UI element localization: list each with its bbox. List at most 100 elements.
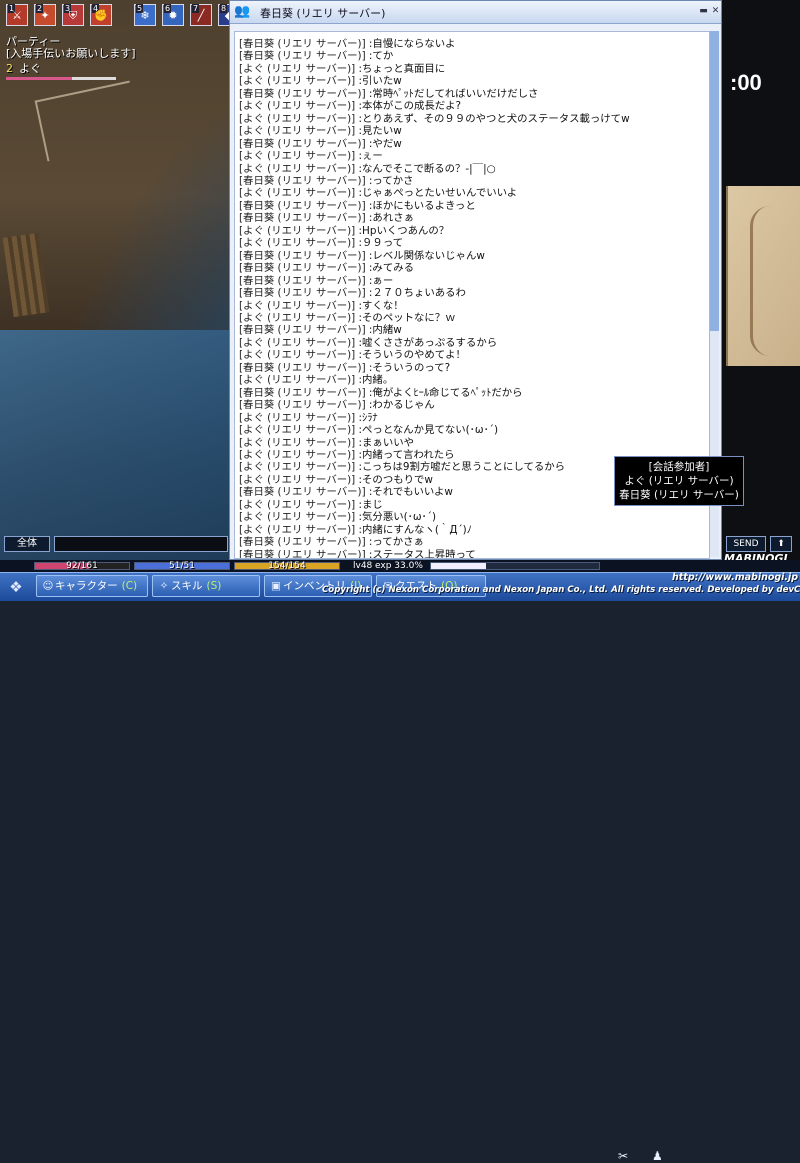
- chat-line: [春日葵 (リエリ サーバー)] :やだw: [239, 138, 630, 150]
- site-url: http://www.mabinogi.jp: [672, 572, 799, 583]
- chat-line: [春日葵 (リエリ サーバー)] :ぁー: [239, 275, 630, 287]
- chat-line: [よぐ (リエリ サーバー)] :引いたw: [239, 75, 630, 87]
- party-member-level: 2: [6, 62, 13, 75]
- chat-line: [春日葵 (リエリ サーバー)] :それでもいいよw: [239, 486, 630, 498]
- chat-message: :見たいw: [355, 125, 402, 138]
- chat-message: :ステータス上昇時って: [365, 548, 476, 559]
- chat-line: [よぐ (リエリ サーバー)] :とりあえず、その９９のやつと犬のステータス載っ…: [239, 113, 630, 125]
- hotbar-slot-1[interactable]: 1 ⚔: [6, 4, 28, 26]
- chat-speaker: [よぐ (リエリ サーバー)]: [239, 100, 356, 113]
- chat-speaker: [よぐ (リエリ サーバー)]: [239, 424, 356, 437]
- timer-display: :00: [730, 70, 762, 95]
- people-icon: 👥: [234, 4, 251, 19]
- minimap-road: [750, 206, 783, 356]
- inventory-icon: ▣: [271, 580, 281, 592]
- chat-line: [よぐ (リエリ サーバー)] :すくな！: [239, 300, 630, 312]
- chat-message: :自慢にならないよ: [365, 38, 456, 50]
- chat-message: :まぁいいや: [355, 436, 414, 449]
- chat-input[interactable]: [54, 536, 228, 552]
- chat-line: [よぐ (リエリ サーバー)] :まぁいいや: [239, 437, 630, 449]
- hotbar-slot-3[interactable]: 3 ⛨: [62, 4, 84, 26]
- scrollbar-thumb[interactable]: [710, 31, 719, 331]
- participant-name: 春日葵 (リエリ サーバー): [619, 489, 739, 501]
- chat-line: [よぐ (リエリ サーバー)] :じゃぁぺっとたいせいんでいいよ: [239, 187, 630, 199]
- chat-titlebar[interactable]: 👥 春日葵 (リエリ サーバー) ▬ ✕: [230, 1, 721, 24]
- chat-speaker: [春日葵 (リエリ サーバー)]: [239, 536, 366, 549]
- hotbar-slot-4[interactable]: 4 ✊: [90, 4, 112, 26]
- chat-line: [よぐ (リエリ サーバー)] :内緒って言われたら: [239, 449, 630, 461]
- character-button[interactable]: ☺ キャラクター (C): [36, 575, 148, 597]
- chat-message: :気分悪い(･ω･´): [355, 511, 436, 524]
- chat-message: :それでもいいよw: [365, 486, 453, 499]
- chat-title: 春日葵 (リエリ サーバー): [260, 7, 386, 20]
- chat-line: [春日葵 (リエリ サーバー)] :わかるじゃん: [239, 399, 630, 411]
- chat-speaker: [春日葵 (リエリ サーバー)]: [239, 249, 366, 262]
- hotbar-slot-6[interactable]: 6 ✹: [162, 4, 184, 26]
- hp-bar: 92/161: [34, 561, 130, 571]
- chat-message: :ちょっと真面目に: [355, 62, 446, 75]
- tools-icon[interactable]: ✂: [618, 1149, 628, 1163]
- hotbar-slot-5[interactable]: 5 ❄: [134, 4, 156, 26]
- chat-speaker: [よぐ (リエリ サーバー)]: [239, 162, 356, 175]
- chat-line: [春日葵 (リエリ サーバー)] :ステータス上昇時って: [239, 548, 630, 559]
- chat-message: :わかるじゃん: [365, 399, 435, 412]
- send-button[interactable]: SEND: [726, 536, 766, 552]
- chat-message: :てか: [365, 50, 394, 63]
- chat-speaker: [春日葵 (リエリ サーバー)]: [239, 399, 366, 412]
- water-area: [0, 330, 230, 560]
- stamina-text: 154/154: [268, 561, 306, 571]
- chat-line: [よぐ (リエリ サーバー)] :本体がこの成長だよ?: [239, 100, 630, 112]
- chat-lines: [春日葵 (リエリ サーバー)] :自慢にならないよ [春日葵 (リエリ サーバー…: [239, 38, 630, 559]
- chat-message: :とりあえず、その９９のやつと犬のステータス載っけてw: [355, 112, 630, 125]
- chat-line: [春日葵 (リエリ サーバー)] :ってかさ: [239, 175, 630, 187]
- chat-message: :Hpいくつあんの？: [355, 224, 450, 237]
- chat-line: [よぐ (リエリ サーバー)] :そのペットなに？ｗ: [239, 312, 630, 324]
- people-menu-icon[interactable]: ♟: [652, 1149, 663, 1163]
- chat-speaker: [春日葵 (リエリ サーバー)]: [239, 361, 366, 374]
- chat-speaker: [春日葵 (リエリ サーバー)]: [239, 174, 366, 187]
- skill-button[interactable]: ✧ スキル (S): [152, 575, 260, 597]
- chat-speaker: [よぐ (リエリ サーバー)]: [239, 511, 356, 524]
- chat-speaker: [春日葵 (リエリ サーバー)]: [239, 212, 366, 225]
- chat-scope-select[interactable]: 全体: [4, 536, 50, 552]
- level-text: lv48: [353, 561, 373, 571]
- stamina-bar: 154/154: [234, 561, 340, 571]
- main-menu-icon[interactable]: ❖: [4, 576, 28, 598]
- skill-shortcut: (S): [206, 580, 222, 592]
- chat-speaker: [よぐ (リエリ サーバー)]: [239, 374, 356, 387]
- minimize-icon[interactable]: ▬: [698, 6, 709, 17]
- party-member-hp-fill: [6, 77, 72, 80]
- party-member[interactable]: 2 よぐ: [6, 63, 136, 80]
- chat-line: [春日葵 (リエリ サーバー)] :自慢にならないよ: [239, 38, 630, 50]
- fist-skill-icon: ✊: [94, 9, 108, 22]
- chat-line: [春日葵 (リエリ サーバー)] :内緒w: [239, 324, 630, 336]
- chat-message: :２７０ちょいあるわ: [365, 287, 466, 300]
- expand-up-button[interactable]: ⬆: [770, 536, 792, 552]
- chat-speaker: [春日葵 (リエリ サーバー)]: [239, 486, 366, 499]
- chat-message: :なんでそこで断るの？-|￣|○: [355, 162, 496, 175]
- character-shortcut: (C): [121, 580, 138, 592]
- hotbar-slot-7[interactable]: 7 ╱: [190, 4, 212, 26]
- chat-message: :俺がよくﾋｰﾙ命じてるﾍﾟｯﾄだから: [365, 386, 523, 399]
- chat-speaker: [よぐ (リエリ サーバー)]: [239, 299, 356, 312]
- chat-speaker: [春日葵 (リエリ サーバー)]: [239, 324, 366, 337]
- chat-message: :ぁー: [365, 274, 394, 287]
- chat-speaker: [よぐ (リエリ サーバー)]: [239, 523, 356, 536]
- skill-label: スキル: [171, 580, 203, 592]
- chat-message: :内緒って言われたら: [355, 448, 455, 461]
- minimap[interactable]: [726, 186, 800, 366]
- character-icon: ☺: [42, 580, 54, 592]
- chat-line: [よぐ (リエリ サーバー)] :ちょっと真面目に: [239, 63, 630, 75]
- chat-message: :常時ﾍﾟｯﾄだしてればいいだけだしさ: [365, 87, 539, 100]
- hotbar-slot-2[interactable]: 2 ✦: [34, 4, 56, 26]
- chat-scope-label: 全体: [17, 538, 37, 549]
- fire-skill-icon: ✹: [168, 9, 178, 22]
- chat-speaker: [よぐ (リエリ サーバー)]: [239, 461, 356, 474]
- exp-fill: [431, 563, 487, 569]
- party-panel[interactable]: パーティー [入場手伝いお願いします] 2 よぐ: [6, 36, 136, 80]
- close-icon[interactable]: ✕: [710, 6, 721, 17]
- chat-message: :みてみる: [365, 262, 414, 275]
- chat-speaker: [春日葵 (リエリ サーバー)]: [239, 137, 366, 150]
- chat-message: :そういうのって?: [365, 361, 451, 374]
- chat-message: :本体がこの成長だよ?: [355, 100, 462, 113]
